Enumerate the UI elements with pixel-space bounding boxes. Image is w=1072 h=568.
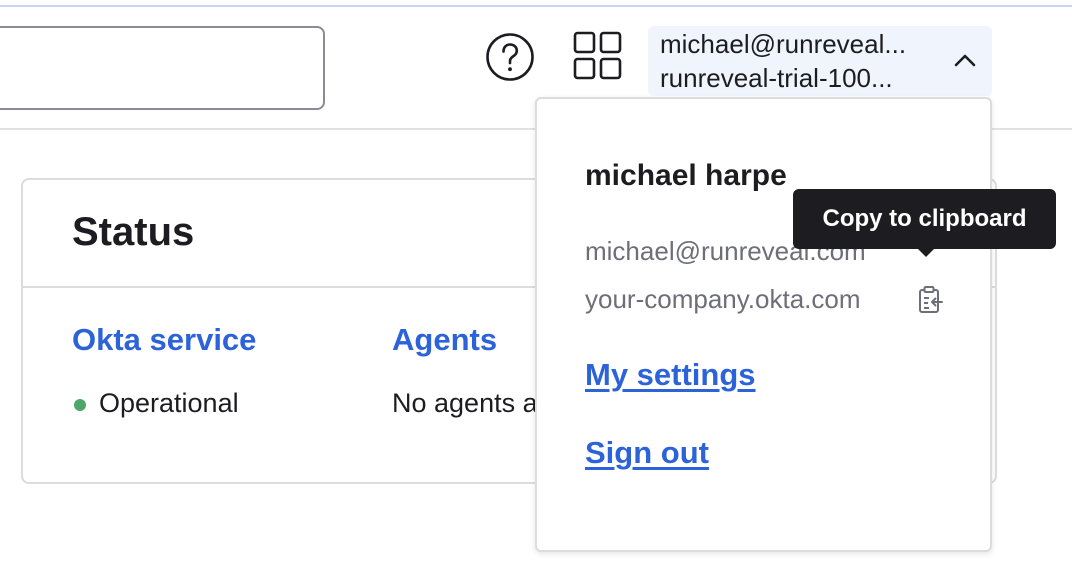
agents-heading[interactable]: Agents (392, 322, 497, 358)
okta-service-heading[interactable]: Okta service (72, 322, 256, 358)
org-domain: your-company.okta.com (585, 284, 861, 314)
clipboard-copy-icon[interactable] (918, 285, 944, 315)
app-grid-icon[interactable] (573, 31, 623, 81)
sign-out-link[interactable]: Sign out (585, 435, 709, 471)
user-menu-email: michael@runreveal... (660, 29, 907, 59)
user-dropdown-menu: michael harpe michael@runreveal.com your… (535, 97, 992, 552)
agents-status: No agents a (392, 388, 538, 418)
operational-status-dot (74, 399, 86, 411)
search-input[interactable] (0, 26, 325, 110)
tooltip-arrow (917, 248, 935, 257)
chevron-up-icon (952, 48, 978, 74)
my-settings-link[interactable]: My settings (585, 357, 756, 393)
user-full-name: michael harpe (585, 159, 787, 192)
user-menu-org: runreveal-trial-100... (660, 63, 893, 93)
top-accent-bar (0, 0, 1072, 7)
user-menu-button[interactable]: michael@runreveal... runreveal-trial-100… (648, 26, 992, 96)
okta-service-status: Operational (99, 388, 239, 418)
copy-tooltip-text: Copy to clipboard (822, 205, 1027, 232)
status-card-title: Status (72, 210, 195, 254)
question-circle-icon[interactable] (485, 32, 535, 82)
copy-tooltip: Copy to clipboard (793, 189, 1056, 249)
